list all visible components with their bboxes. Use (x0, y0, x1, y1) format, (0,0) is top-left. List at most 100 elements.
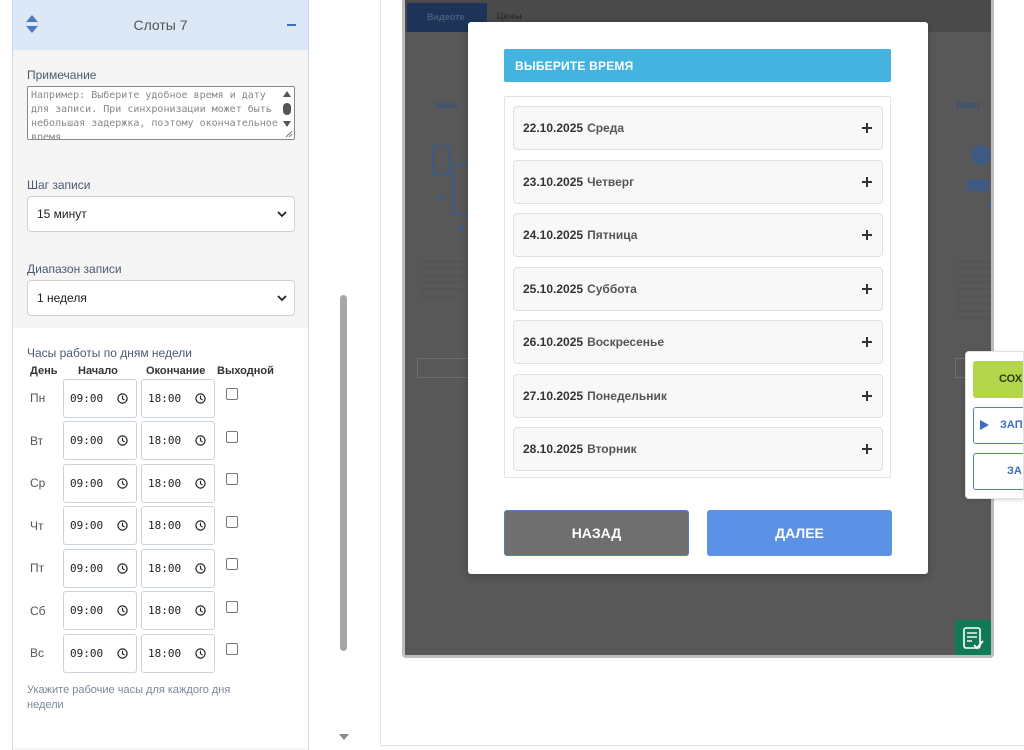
day-off-checkbox[interactable] (226, 600, 238, 613)
note-placeholder: Например: Выберите удобное время и дату … (31, 90, 278, 140)
clock-icon[interactable] (195, 435, 206, 446)
end-time-input[interactable]: 18:00 (141, 421, 215, 461)
end-time-input[interactable]: 18:00 (141, 591, 215, 631)
end-time-input[interactable]: 18:00 (141, 463, 215, 503)
chevron-down-icon (277, 211, 287, 218)
end-time-input[interactable]: 18:00 (141, 378, 215, 418)
day-off-checkbox[interactable] (226, 430, 238, 443)
plus-icon[interactable] (861, 283, 873, 295)
step-label: Шаг записи (27, 178, 91, 192)
plus-icon[interactable] (861, 122, 873, 134)
note-textarea[interactable]: Например: Выберите удобное время и дату … (27, 86, 295, 140)
clock-icon[interactable] (117, 648, 128, 659)
textarea-scrollbar[interactable] (281, 88, 293, 138)
clock-icon[interactable] (117, 435, 128, 446)
clock-icon[interactable] (117, 605, 128, 616)
clock-icon[interactable] (195, 478, 206, 489)
preview-tab-prices[interactable]: Цены (497, 11, 522, 21)
day-name: Чт (30, 518, 44, 533)
clock-icon[interactable] (195, 520, 206, 531)
date-item[interactable]: 28.10.2025 Вторник (513, 427, 883, 471)
slots-header[interactable]: Слоты 7 (13, 0, 308, 50)
end-time-input[interactable]: 18:00 (141, 633, 215, 673)
note-section: Примечание Например: Выберите удобное вр… (13, 50, 308, 160)
plus-icon[interactable] (861, 336, 873, 348)
start-time-input[interactable]: 09:00 (63, 463, 137, 503)
chevron-down-icon (277, 295, 287, 302)
panel-scrollbar[interactable] (335, 0, 352, 750)
scroll-down-arrow[interactable] (339, 734, 349, 740)
start-time-value: 09:00 (70, 646, 104, 660)
start-time-value: 09:00 (70, 519, 104, 533)
collapse-icon[interactable] (287, 24, 296, 26)
day-off-checkbox[interactable] (226, 643, 238, 656)
day-off-checkbox[interactable] (226, 388, 238, 401)
date-value: 23.10.2025 (523, 174, 584, 189)
hours-table-header: День Начало Окончание Выходной (27, 365, 294, 377)
date-item[interactable]: 27.10.2025 Понедельник (513, 373, 883, 418)
run-button[interactable]: ЗАП (973, 407, 1023, 444)
end-time-value: 18:00 (148, 519, 182, 533)
back-button[interactable]: НАЗАД (504, 510, 689, 556)
day-off-checkbox[interactable] (226, 558, 238, 571)
start-time-input[interactable]: 09:00 (63, 548, 137, 588)
start-time-input[interactable]: 09:00 (63, 591, 137, 631)
secondary-save-button[interactable]: ЗА (973, 453, 1023, 490)
clock-icon[interactable] (117, 563, 128, 574)
preview-text-lines-left (419, 260, 471, 302)
clock-icon[interactable] (117, 393, 128, 404)
range-select[interactable]: 1 неделя (27, 280, 295, 316)
date-value: 26.10.2025 (523, 335, 584, 349)
day-off-checkbox[interactable] (226, 473, 238, 486)
clock-icon[interactable] (117, 520, 128, 531)
date-value: 28.10.2025 (523, 442, 584, 456)
date-item[interactable]: 22.10.2025 Среда (513, 106, 883, 150)
start-time-value: 09:00 (70, 604, 104, 618)
clock-icon[interactable] (195, 605, 206, 616)
weekday-value: Воскресенье (587, 335, 665, 349)
day-off-checkbox[interactable] (226, 515, 238, 528)
preview-card-button-left[interactable] (417, 358, 471, 378)
clock-icon[interactable] (117, 478, 128, 489)
plus-icon[interactable] (861, 229, 873, 241)
hours-section: Часы работы по дням недели День Начало О… (13, 328, 308, 748)
end-time-value: 18:00 (148, 434, 182, 448)
plus-icon[interactable] (861, 176, 873, 188)
day-name: Сб (30, 603, 46, 618)
date-item[interactable]: 25.10.2025 Суббота (513, 266, 883, 311)
date-value: 22.10.2025 (523, 121, 584, 135)
date-item[interactable]: 24.10.2025 Пятница (513, 213, 883, 257)
date-item[interactable]: 26.10.2025 Воскресенье (513, 320, 883, 364)
step-select[interactable]: 15 минут (27, 196, 295, 232)
scroll-thumb[interactable] (340, 295, 347, 651)
weekday-value: Пятница (587, 228, 638, 242)
start-time-input[interactable]: 09:00 (63, 421, 137, 461)
end-time-input[interactable]: 18:00 (141, 548, 215, 588)
end-time-input[interactable]: 18:00 (141, 506, 215, 546)
hours-row: Чт 09:00 18:00 (27, 505, 294, 548)
run-label: ЗАП (1000, 419, 1023, 431)
start-time-value: 09:00 (70, 476, 104, 490)
plus-icon[interactable] (861, 390, 873, 402)
weekday-value: Четверг (587, 174, 635, 189)
slots-block: Слоты 7 Примечание Например: Выберите уд… (12, 0, 309, 750)
start-time-input[interactable]: 09:00 (63, 378, 137, 418)
date-list: 22.10.2025 Среда 23.10.2025 Четверг 24.10.20… (504, 96, 891, 478)
sort-icon[interactable] (25, 13, 39, 35)
clock-icon[interactable] (195, 393, 206, 404)
save-button[interactable]: СОХ (973, 361, 1023, 398)
start-time-input[interactable]: 09:00 (63, 633, 137, 673)
date-item[interactable]: 23.10.2025 Четверг (513, 159, 883, 204)
col-dayoff: Выходной (217, 365, 274, 377)
checklist-button[interactable] (955, 620, 991, 655)
start-time-input[interactable]: 09:00 (63, 506, 137, 546)
col-day: День (30, 365, 58, 377)
hours-row: Ср 09:00 18:00 (27, 462, 294, 505)
note-label: Примечание (27, 68, 97, 82)
end-time-value: 18:00 (148, 604, 182, 618)
clock-icon[interactable] (195, 648, 206, 659)
date-value: 24.10.2025 (523, 228, 584, 242)
clock-icon[interactable] (195, 563, 206, 574)
next-button[interactable]: ДАЛЕЕ (707, 510, 892, 556)
plus-icon[interactable] (861, 443, 873, 455)
